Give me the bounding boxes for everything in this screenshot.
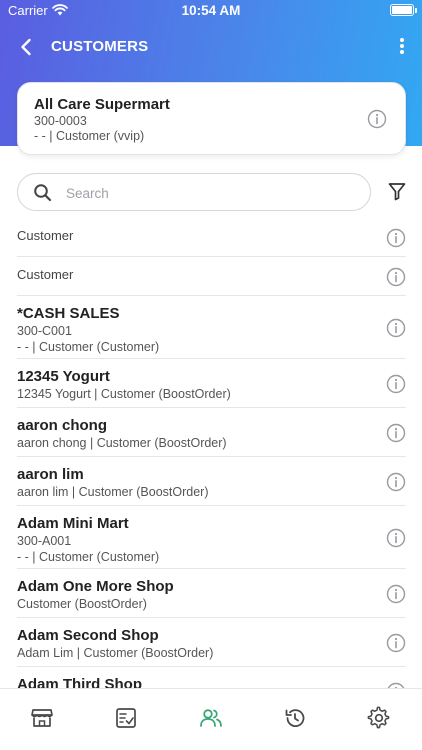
customers-icon[interactable]	[199, 706, 223, 730]
selected-customer-meta: - - | Customer (vvip)	[34, 129, 145, 143]
info-icon[interactable]	[367, 109, 387, 129]
customer-list[interactable]: Customer Customer *CASH SALES 300-C001 -…	[0, 218, 422, 688]
info-icon[interactable]	[386, 318, 406, 338]
customer-name: Adam One More Shop	[17, 578, 174, 595]
customer-code: 300-A001	[17, 534, 72, 548]
page-title: CUSTOMERS	[51, 38, 149, 55]
settings-gear-icon[interactable]	[367, 706, 391, 730]
info-icon[interactable]	[386, 633, 406, 653]
customer-meta: - - | Customer (Customer)	[17, 340, 160, 354]
list-item[interactable]: Customer	[17, 257, 406, 296]
selected-customer-card[interactable]: All Care Supermart 300-0003 - - | Custom…	[17, 82, 406, 155]
search-bar[interactable]	[17, 173, 371, 211]
list-item[interactable]: Customer	[17, 218, 406, 257]
list-item[interactable]: 12345 Yogurt 12345 Yogurt | Customer (Bo…	[17, 359, 406, 408]
customer-name: 12345 Yogurt	[17, 368, 110, 385]
order-checklist-icon[interactable]	[114, 706, 138, 730]
customer-meta: Adam Lim | Customer (BoostOrder)	[17, 646, 214, 660]
search-icon	[34, 184, 52, 202]
bottom-tab-bar	[0, 688, 422, 750]
battery-icon	[390, 4, 414, 16]
list-item[interactable]: Adam Third Shop	[17, 667, 406, 688]
customer-name: aaron chong	[17, 417, 108, 434]
customer-meta: Customer	[17, 228, 74, 243]
list-item[interactable]: *CASH SALES 300-C001 - - | Customer (Cus…	[17, 296, 406, 359]
info-icon[interactable]	[386, 472, 406, 492]
selected-customer-code: 300-0003	[34, 114, 87, 128]
customer-name: *CASH SALES	[17, 305, 120, 322]
customer-meta: Customer	[17, 267, 74, 282]
status-bar: Carrier 10:54 AM	[0, 0, 422, 22]
list-item[interactable]: aaron chong aaron chong | Customer (Boos…	[17, 408, 406, 457]
back-chevron-icon[interactable]	[16, 36, 38, 58]
more-vertical-icon[interactable]	[392, 34, 412, 58]
search-input[interactable]	[66, 180, 356, 206]
customer-name: aaron lim	[17, 466, 84, 483]
store-icon[interactable]	[30, 706, 54, 730]
info-icon[interactable]	[386, 528, 406, 548]
customer-code: 300-C001	[17, 324, 72, 338]
filter-icon[interactable]	[388, 182, 406, 201]
info-icon[interactable]	[386, 584, 406, 604]
list-item[interactable]: Adam One More Shop Customer (BoostOrder)	[17, 569, 406, 618]
info-icon[interactable]	[386, 228, 406, 248]
customer-meta: Customer (BoostOrder)	[17, 597, 147, 611]
customer-meta: aaron lim | Customer (BoostOrder)	[17, 485, 209, 499]
customer-meta: - - | Customer (Customer)	[17, 550, 160, 564]
customer-meta: aaron chong | Customer (BoostOrder)	[17, 436, 227, 450]
customer-meta: 12345 Yogurt | Customer (BoostOrder)	[17, 387, 231, 401]
info-icon[interactable]	[386, 374, 406, 394]
customer-name: Adam Third Shop	[17, 676, 142, 688]
history-icon[interactable]	[283, 706, 307, 730]
status-time: 10:54 AM	[181, 3, 241, 18]
list-item[interactable]: Adam Second Shop Adam Lim | Customer (Bo…	[17, 618, 406, 667]
customer-name: Adam Second Shop	[17, 627, 159, 644]
list-item[interactable]: aaron lim aaron lim | Customer (BoostOrd…	[17, 457, 406, 506]
info-icon[interactable]	[386, 267, 406, 287]
selected-customer-name: All Care Supermart	[34, 96, 170, 113]
list-item[interactable]: Adam Mini Mart 300-A001 - - | Customer (…	[17, 506, 406, 569]
customer-name: Adam Mini Mart	[17, 515, 129, 532]
info-icon[interactable]	[386, 423, 406, 443]
